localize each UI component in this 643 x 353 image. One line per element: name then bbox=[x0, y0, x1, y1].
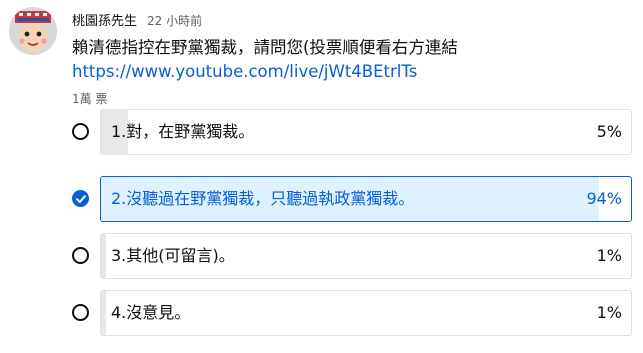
check-circle-icon[interactable] bbox=[72, 190, 89, 207]
poll-result-fill bbox=[101, 291, 107, 335]
poll-option[interactable]: 1.對，在野黨獨裁。 5% bbox=[72, 109, 634, 155]
radio-circle-icon[interactable] bbox=[72, 123, 89, 140]
poll-option[interactable]: 2.沒聽過在野黨獨裁，只聽過執政黨獨裁。 94% bbox=[72, 176, 634, 222]
poll-option-box[interactable]: 1.對，在野黨獨裁。 5% bbox=[100, 109, 632, 155]
poll-option[interactable]: 4.沒意見。 1% bbox=[72, 290, 634, 336]
poll-option-box[interactable]: 3.其他(可留言)。 1% bbox=[100, 233, 632, 279]
poll-option-percent: 1% bbox=[596, 246, 622, 265]
poll-option[interactable]: 3.其他(可留言)。 1% bbox=[72, 233, 634, 279]
youtube-link[interactable]: https://www.youtube.com/live/jWt4BEtrlTs bbox=[72, 60, 417, 84]
poll-option-box[interactable]: 2.沒聽過在野黨獨裁，只聽過執政黨獨裁。 94% bbox=[100, 176, 632, 222]
author-name[interactable]: 桃園孫先生 bbox=[72, 10, 137, 29]
radio-circle-icon[interactable] bbox=[72, 304, 89, 321]
post-timestamp[interactable]: 22 小時前 bbox=[147, 12, 202, 29]
cartoon-face-avatar-icon bbox=[9, 7, 57, 55]
post-header: 桃園孫先生 22 小時前 bbox=[72, 10, 202, 30]
poll-option-percent: 1% bbox=[596, 303, 622, 322]
poll-option-box[interactable]: 4.沒意見。 1% bbox=[100, 290, 632, 336]
poll-option-percent: 94% bbox=[586, 189, 622, 208]
post-text: 賴清德指控在野黨獨裁，請問您(投票順便看右方連結 bbox=[72, 38, 458, 57]
poll-option-label: 1.對，在野黨獨裁。 bbox=[111, 122, 255, 141]
poll-option-label: 4.沒意見。 bbox=[111, 303, 191, 322]
avatar[interactable] bbox=[9, 7, 57, 55]
vote-count: 1萬 票 bbox=[72, 92, 108, 106]
poll-option-label: 3.其他(可留言)。 bbox=[111, 246, 235, 265]
poll-result-fill bbox=[101, 234, 107, 278]
radio-circle-icon[interactable] bbox=[72, 247, 89, 264]
poll-option-label: 2.沒聽過在野黨獨裁，只聽過執政黨獨裁。 bbox=[111, 189, 415, 208]
poll-option-percent: 5% bbox=[596, 122, 622, 141]
